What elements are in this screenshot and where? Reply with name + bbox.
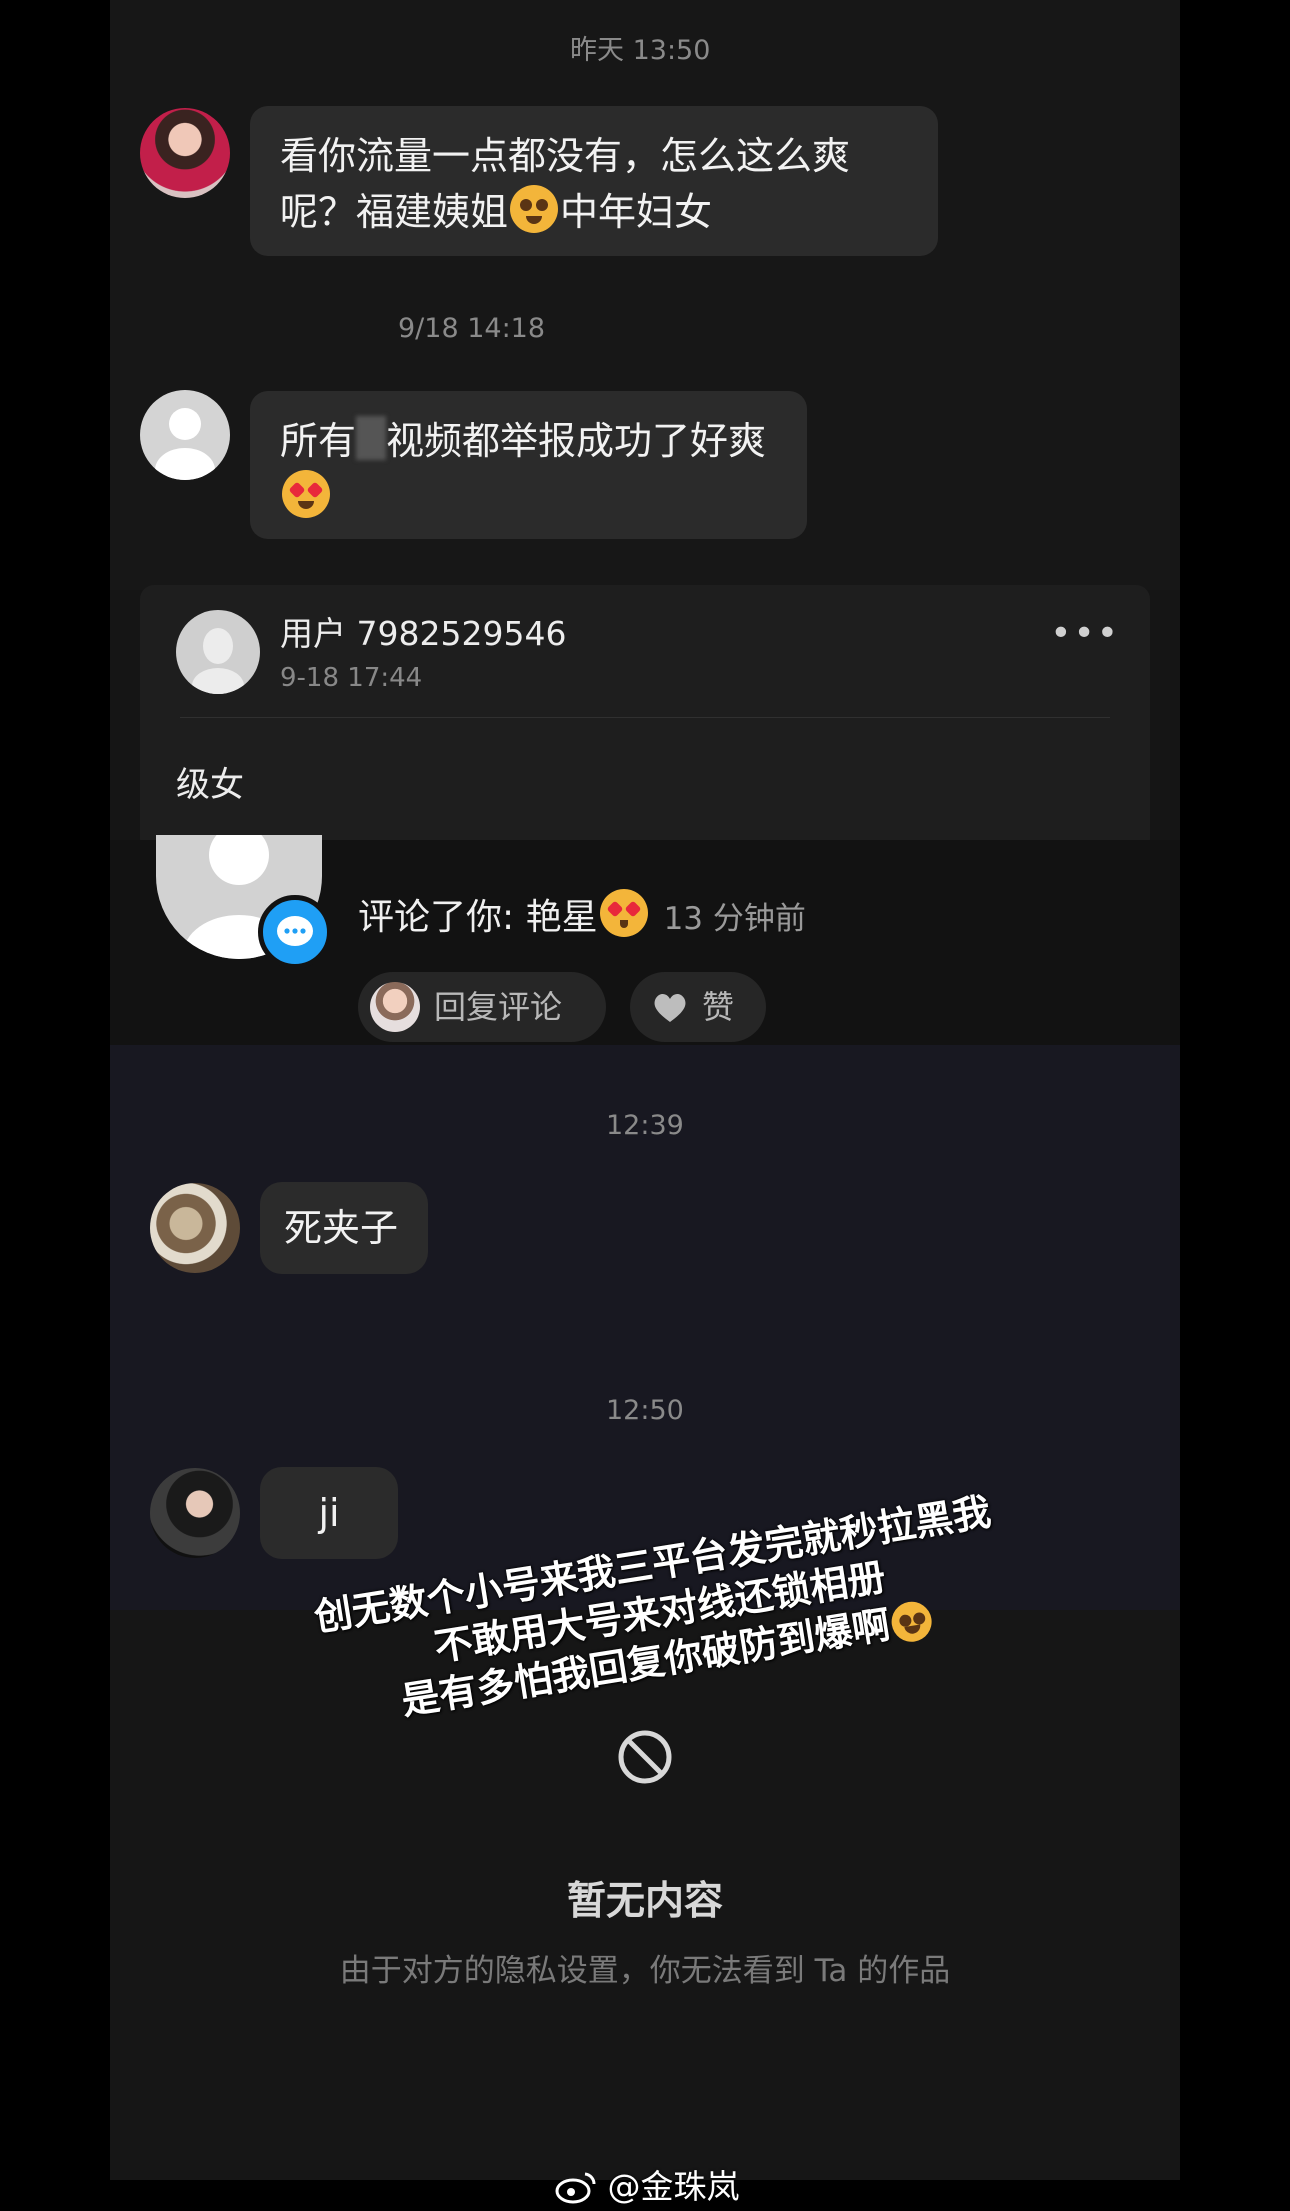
default-avatar-icon[interactable]	[176, 610, 260, 694]
reply-comment-button[interactable]: 回复评论	[358, 972, 606, 1042]
more-dots-icon[interactable]: •••	[1050, 613, 1120, 654]
censor-blur	[356, 416, 387, 460]
avatar[interactable]	[150, 1183, 240, 1273]
heart-icon	[654, 993, 686, 1022]
message-bubble: 看你流量一点都没有，怎么这么爽呢？福建姨姐 中年妇女	[250, 106, 938, 256]
comment-time: 9-18 17:44	[280, 663, 423, 693]
divider	[180, 717, 1110, 718]
watermark-handle: @金珠岚	[607, 2167, 740, 2206]
avatar[interactable]	[140, 108, 230, 198]
comment-badge-icon	[258, 895, 332, 969]
message-text: ji	[318, 1491, 340, 1535]
message-text: 视频都举报成功了好爽	[386, 419, 767, 463]
comment-card[interactable]: 用户 7982529546 9-18 17:44 ••• 级女	[140, 585, 1150, 853]
comment-username[interactable]: 用户 7982529546	[280, 607, 566, 655]
chat-timestamp: 12:50	[606, 1395, 684, 1426]
like-button[interactable]: 赞	[630, 972, 766, 1042]
chat-timestamp: 12:39	[606, 1110, 684, 1141]
kiss-face-icon	[599, 889, 648, 937]
watermark: @金珠岚	[555, 2160, 740, 2208]
message-text: 死夹子	[284, 1206, 399, 1250]
chat-timestamp: 9/18 14:18	[398, 313, 546, 344]
message-prefix: 所有	[280, 419, 357, 463]
default-avatar-icon[interactable]	[140, 390, 230, 480]
empty-state-subtitle: 由于对方的隐私设置，你无法看到 Ta 的作品	[339, 1953, 951, 1989]
phone-screen: 昨天 13:50 看你流量一点都没有，怎么这么爽呢？福建姨姐 中年妇女 9/18 …	[110, 0, 1180, 2180]
message-bubble: 死夹子	[260, 1182, 428, 1274]
no-entry-icon	[618, 1730, 672, 1784]
reply-comment-label: 回复评论	[434, 988, 563, 1026]
avatar	[370, 982, 420, 1032]
message-text-suffix: 中年妇女	[560, 190, 713, 234]
avatar[interactable]	[150, 1468, 240, 1558]
heart-eyes-icon	[282, 470, 330, 518]
empty-state-title: 暂无内容	[566, 1879, 723, 1924]
notification-text: 评论了你: 艳星 13 分钟前	[358, 888, 806, 940]
message-bubble: ji	[260, 1467, 398, 1559]
notification-action: 评论了你: 艳星	[358, 897, 598, 938]
like-label: 赞	[702, 988, 735, 1026]
screenshot-page: 昨天 13:50 看你流量一点都没有，怎么这么爽呢？福建姨姐 中年妇女 9/18 …	[0, 0, 1290, 2211]
pleading-face-icon	[510, 185, 559, 233]
notification-time: 13 分钟前	[663, 901, 806, 937]
chat-timestamp: 昨天 13:50	[570, 35, 711, 66]
weibo-icon	[555, 2172, 596, 2204]
comment-body: 级女	[176, 765, 244, 805]
message-bubble: 所有 视频都举报成功了好爽	[250, 391, 807, 539]
rofl-face-icon	[888, 1598, 935, 1645]
